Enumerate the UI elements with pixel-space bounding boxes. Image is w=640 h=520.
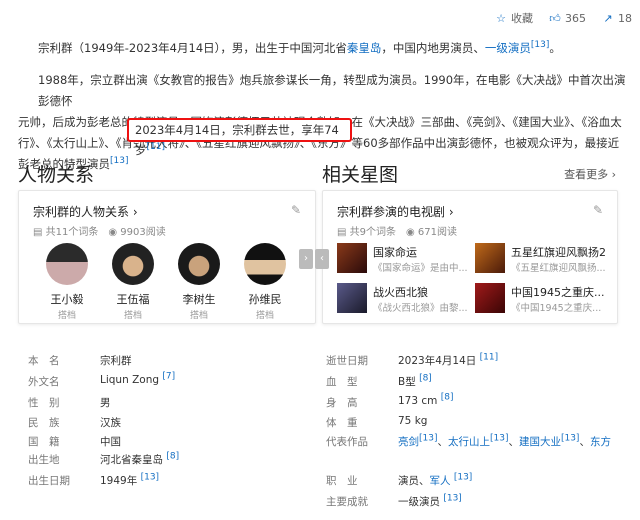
entry-count: ▤ 共11个词条 xyxy=(33,227,99,238)
avatar xyxy=(112,243,154,285)
entry-count: ▤ 共9个词条 xyxy=(337,227,397,238)
chevron-right-icon: › xyxy=(611,168,616,181)
poster-image xyxy=(337,283,367,313)
relations-card: 宗利群的人物关系 › ✎ ▤ 共11个词条 ◉ 9903阅读 王小毅 搭档 王伍… xyxy=(18,190,316,324)
thumbs-up-icon: 👍︎ xyxy=(549,11,561,25)
link-china[interactable]: 中国 xyxy=(100,434,121,449)
citation[interactable]: [13] xyxy=(561,434,579,444)
person-item[interactable]: 王小毅 搭档 xyxy=(37,243,97,321)
carousel-prev-button[interactable]: ‹ xyxy=(315,249,329,269)
work-link[interactable]: 东方 xyxy=(590,436,611,448)
like-button[interactable]: 👍︎ 365 xyxy=(549,10,586,26)
tv-item[interactable]: 国家命运 《国家命运》是由中... xyxy=(337,243,477,274)
see-more-link[interactable]: 查看更多 › xyxy=(564,166,616,182)
poster-image xyxy=(475,283,505,313)
avatar xyxy=(244,243,286,285)
work-link[interactable]: 亮剑 xyxy=(398,436,419,448)
person-item[interactable]: 王伍福 搭档 xyxy=(103,243,163,321)
view-count: ◉ 9903阅读 xyxy=(108,227,166,238)
death-highlight: 2023年4月14日，宗利群去世，享年74岁[11] xyxy=(127,118,352,157)
citation[interactable]: [8] xyxy=(419,374,432,384)
chevron-right-icon: › xyxy=(448,205,454,219)
citation[interactable]: [7] xyxy=(162,372,175,382)
citation[interactable]: [8] xyxy=(441,393,454,403)
poster-image xyxy=(337,243,367,273)
citation[interactable]: [13] xyxy=(531,40,549,50)
view-count: ◉ 671阅读 xyxy=(406,227,458,238)
tv-item[interactable]: 中国1945之重庆... 《中国1945之重庆... xyxy=(475,283,615,314)
star-map-heading: 相关星图 xyxy=(322,164,399,186)
representative-works: 亮剑[13]、太行山上[13]、建国大业[13]、东方 xyxy=(398,433,611,448)
carousel-next-button[interactable]: › xyxy=(299,249,313,269)
citation[interactable]: [8] xyxy=(166,452,179,462)
work-link[interactable]: 太行山上 xyxy=(448,436,490,448)
action-bar: ☆ 收藏 👍︎ 365 ↗ 18 xyxy=(495,10,632,26)
intro-paragraph: 宗利群（1949年-2023年4月14日），男，出生于中国河北省秦皇岛，中国内地… xyxy=(38,40,561,55)
link-qinhuangdao[interactable]: 秦皇岛 xyxy=(347,41,382,55)
chevron-left-icon: ‹ xyxy=(320,253,324,264)
chevron-right-icon: › xyxy=(304,253,308,264)
star-map-card-title[interactable]: 宗利群参演的电视剧 › xyxy=(337,203,454,220)
avatar xyxy=(178,243,220,285)
star-icon: ☆ xyxy=(496,11,506,25)
tv-item[interactable]: 战火西北狼 《战火西北狼》由黎... xyxy=(337,283,477,314)
avatar xyxy=(46,243,88,285)
share-icon: ↗ xyxy=(603,11,613,25)
poster-image xyxy=(475,243,505,273)
citation[interactable]: [11] xyxy=(480,353,498,363)
citation[interactable]: [13] xyxy=(454,473,472,483)
citation[interactable]: [13] xyxy=(110,156,128,166)
relations-card-title[interactable]: 宗利群的人物关系 › xyxy=(33,203,138,220)
work-link[interactable]: 建国大业 xyxy=(519,436,561,448)
edit-icon[interactable]: ✎ xyxy=(291,203,301,217)
citation[interactable]: [13] xyxy=(419,434,437,444)
citation[interactable]: [11] xyxy=(147,142,165,152)
share-button[interactable]: ↗ 18 xyxy=(602,10,632,26)
citation[interactable]: [13] xyxy=(443,494,461,504)
link-first-class-actor[interactable]: 一级演员 xyxy=(485,41,531,55)
link-soldier[interactable]: 军人 xyxy=(430,475,451,487)
citation[interactable]: [13] xyxy=(490,434,508,444)
person-item[interactable]: 孙维民 搭档 xyxy=(235,243,295,321)
relations-heading: 人物关系 xyxy=(18,164,95,186)
edit-icon[interactable]: ✎ xyxy=(593,203,603,217)
person-item[interactable]: 李树生 搭档 xyxy=(169,243,229,321)
collect-button[interactable]: ☆ 收藏 xyxy=(495,10,533,26)
chevron-right-icon: › xyxy=(132,205,138,219)
citation[interactable]: [13] xyxy=(141,473,159,483)
star-map-card: 宗利群参演的电视剧 › ✎ ▤ 共9个词条 ◉ 671阅读 ‹ 国家命运 《国家… xyxy=(315,190,618,324)
tv-item[interactable]: 五星红旗迎风飘扬2 《五星红旗迎风飘扬... xyxy=(475,243,615,274)
